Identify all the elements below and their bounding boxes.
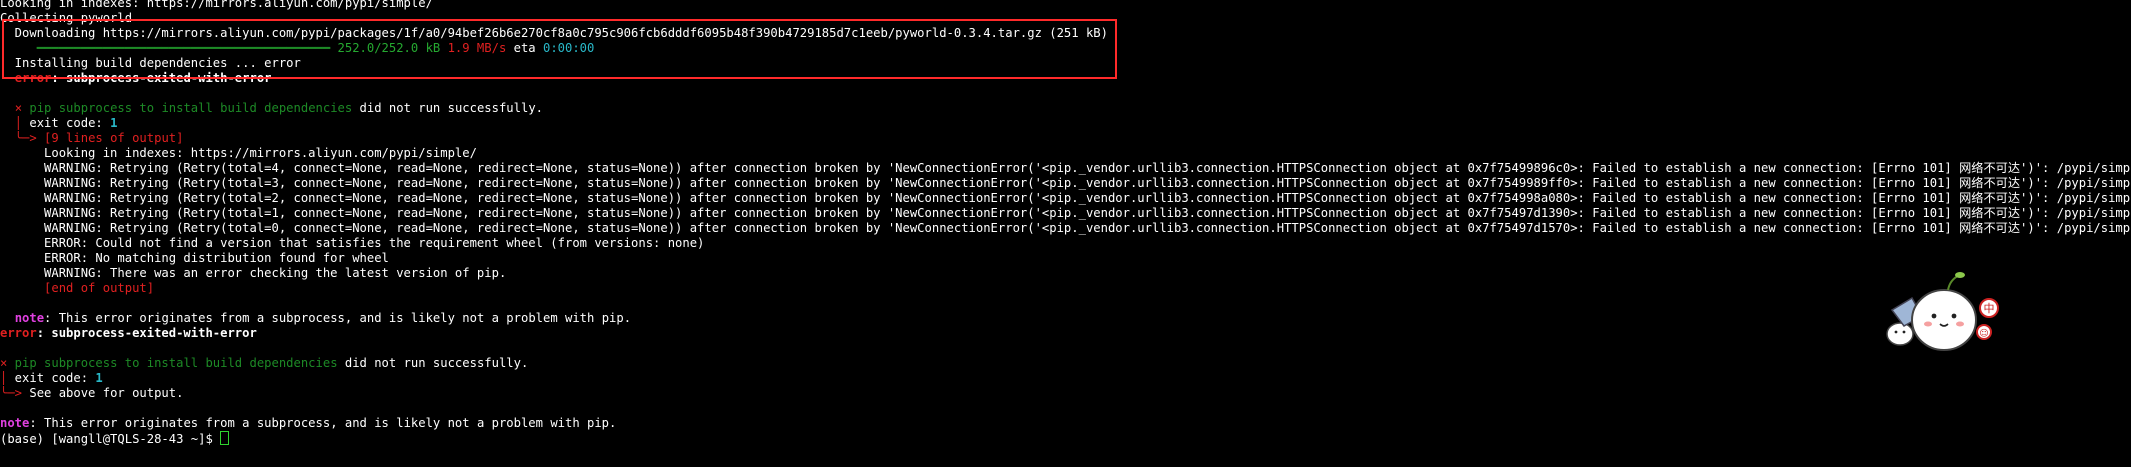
terminal-text: exit code: — [7, 371, 96, 385]
terminal-text: ERROR: Could not find a version that sat… — [0, 236, 705, 250]
terminal-text: : This error originates from a subproces… — [44, 311, 632, 325]
terminal-text: WARNING: There was an error checking the… — [0, 266, 507, 280]
terminal-text: did not run successfully. — [352, 101, 543, 115]
terminal-line: WARNING: Retrying (Retry(total=3, connec… — [0, 176, 2131, 191]
terminal-text: pip subprocess to install build dependen… — [7, 356, 338, 370]
terminal-cursor — [220, 431, 230, 445]
terminal-line: ╰─> [9 lines of output] — [0, 131, 2131, 146]
terminal-text: Looking in indexes: https://mirrors.aliy… — [0, 0, 433, 10]
terminal-text: 1 — [95, 371, 103, 385]
terminal-line: note: This error originates from a subpr… — [0, 311, 2131, 326]
terminal-line: × pip subprocess to install build depend… — [0, 101, 2131, 116]
terminal-line: WARNING: Retrying (Retry(total=4, connec… — [0, 161, 2131, 176]
terminal-text: note — [14, 311, 45, 325]
terminal-line: ERROR: Could not find a version that sat… — [0, 236, 2131, 251]
terminal-text: ERROR: No matching distribution found fo… — [0, 251, 389, 265]
terminal-text: See above for output. — [22, 386, 184, 400]
terminal-text: WARNING: Retrying (Retry(total=0, connec… — [0, 221, 2131, 235]
terminal-line: │ exit code: 1 — [0, 371, 2131, 386]
terminal-line: WARNING: Retrying (Retry(total=2, connec… — [0, 191, 2131, 206]
terminal-text: WARNING: Retrying (Retry(total=2, connec… — [0, 191, 2131, 205]
terminal-line: ╰─> See above for output. — [0, 386, 2131, 401]
highlight-box — [2, 19, 1117, 79]
terminal-line: ERROR: No matching distribution found fo… — [0, 251, 2131, 266]
terminal-text: WARNING: Retrying (Retry(total=4, connec… — [0, 161, 2131, 175]
terminal-line: error: subprocess-exited-with-error — [0, 326, 2131, 341]
terminal-text: error — [0, 326, 37, 340]
terminal-text: WARNING: Retrying (Retry(total=1, connec… — [0, 206, 2131, 220]
terminal-line: [end of output] — [0, 281, 2131, 296]
terminal-text: [9 lines of output] — [36, 131, 184, 145]
badge-bottom-text: ☺ — [1979, 328, 1988, 339]
badge-top-text: 中 — [1984, 302, 1995, 315]
terminal-text: │ — [14, 116, 23, 130]
terminal-text: ╰─> — [14, 131, 37, 145]
terminal-text: Looking in indexes: https://mirrors.aliy… — [0, 146, 477, 160]
terminal-text: note — [0, 416, 30, 430]
terminal-line: │ exit code: 1 — [0, 116, 2131, 131]
mascot-sticker: 中 ☺ — [1886, 272, 1999, 351]
terminal-line: (base) [wangll@TQLS-28-43 ~]$ — [0, 431, 2131, 446]
terminal-line: WARNING: Retrying (Retry(total=0, connec… — [0, 221, 2131, 236]
terminal-line: × pip subprocess to install build depend… — [0, 356, 2131, 371]
terminal-text: ╰─> — [0, 386, 23, 400]
terminal-text: did not run successfully. — [337, 356, 529, 370]
terminal-text: : subprocess-exited-with-error — [36, 326, 257, 340]
terminal-text: 1 — [110, 116, 118, 130]
terminal-text: pip subprocess to install build dependen… — [22, 101, 353, 115]
terminal-line: Looking in indexes: https://mirrors.aliy… — [0, 0, 2131, 11]
terminal-text: WARNING: Retrying (Retry(total=3, connec… — [0, 176, 2131, 190]
terminal-text: : This error originates from a subproces… — [29, 416, 617, 430]
terminal-text: (base) [wangll@TQLS-28-43 ~]$ — [0, 432, 221, 446]
terminal-line: Looking in indexes: https://mirrors.aliy… — [0, 146, 2131, 161]
terminal-text: [end of output] — [44, 281, 155, 295]
terminal-line: WARNING: There was an error checking the… — [0, 266, 2131, 281]
terminal-text: exit code: — [22, 116, 111, 130]
terminal-text: × — [14, 101, 23, 115]
terminal-line: WARNING: Retrying (Retry(total=1, connec… — [0, 206, 2131, 221]
terminal-line: note: This error originates from a subpr… — [0, 416, 2131, 431]
